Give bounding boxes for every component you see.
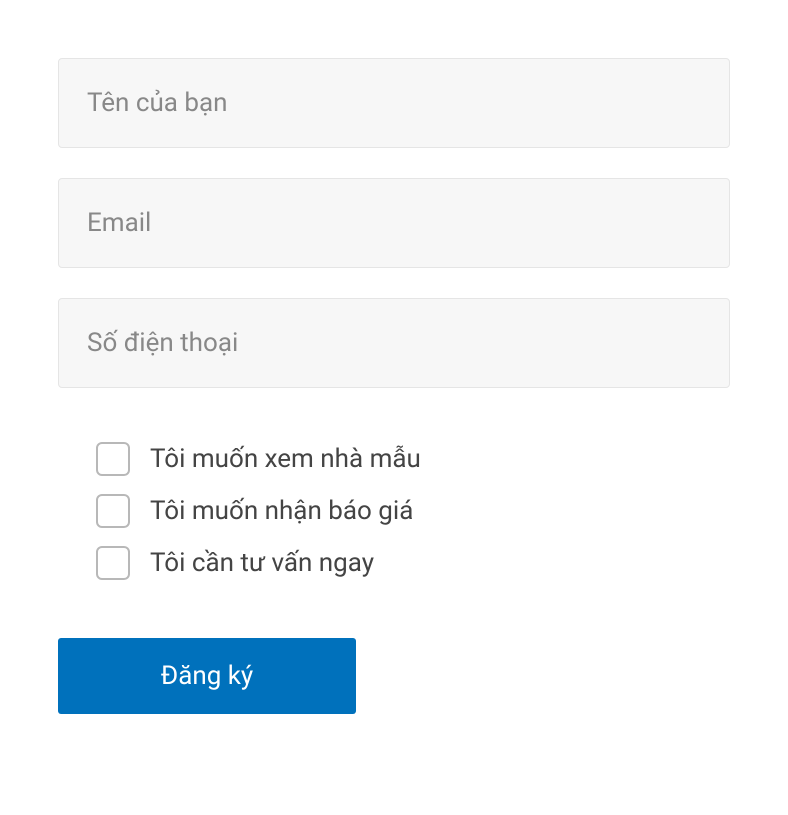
registration-form: Tôi muốn xem nhà mẫu Tôi muốn nhận báo g… [58, 58, 730, 714]
phone-field[interactable] [58, 298, 730, 388]
checkbox-item-consult: Tôi cần tư vấn ngay [96, 546, 730, 580]
checkbox-item-get-quote: Tôi muốn nhận báo giá [96, 494, 730, 528]
checkbox-label[interactable]: Tôi cần tư vấn ngay [150, 548, 374, 578]
checkbox-consult[interactable] [96, 546, 130, 580]
submit-button[interactable]: Đăng ký [58, 638, 356, 714]
checkbox-label[interactable]: Tôi muốn xem nhà mẫu [150, 444, 421, 474]
name-field[interactable] [58, 58, 730, 148]
checkbox-item-view-sample: Tôi muốn xem nhà mẫu [96, 442, 730, 476]
email-field[interactable] [58, 178, 730, 268]
checkbox-get-quote[interactable] [96, 494, 130, 528]
checkbox-label[interactable]: Tôi muốn nhận báo giá [150, 496, 413, 526]
checkbox-view-sample[interactable] [96, 442, 130, 476]
checkbox-group: Tôi muốn xem nhà mẫu Tôi muốn nhận báo g… [58, 442, 730, 580]
